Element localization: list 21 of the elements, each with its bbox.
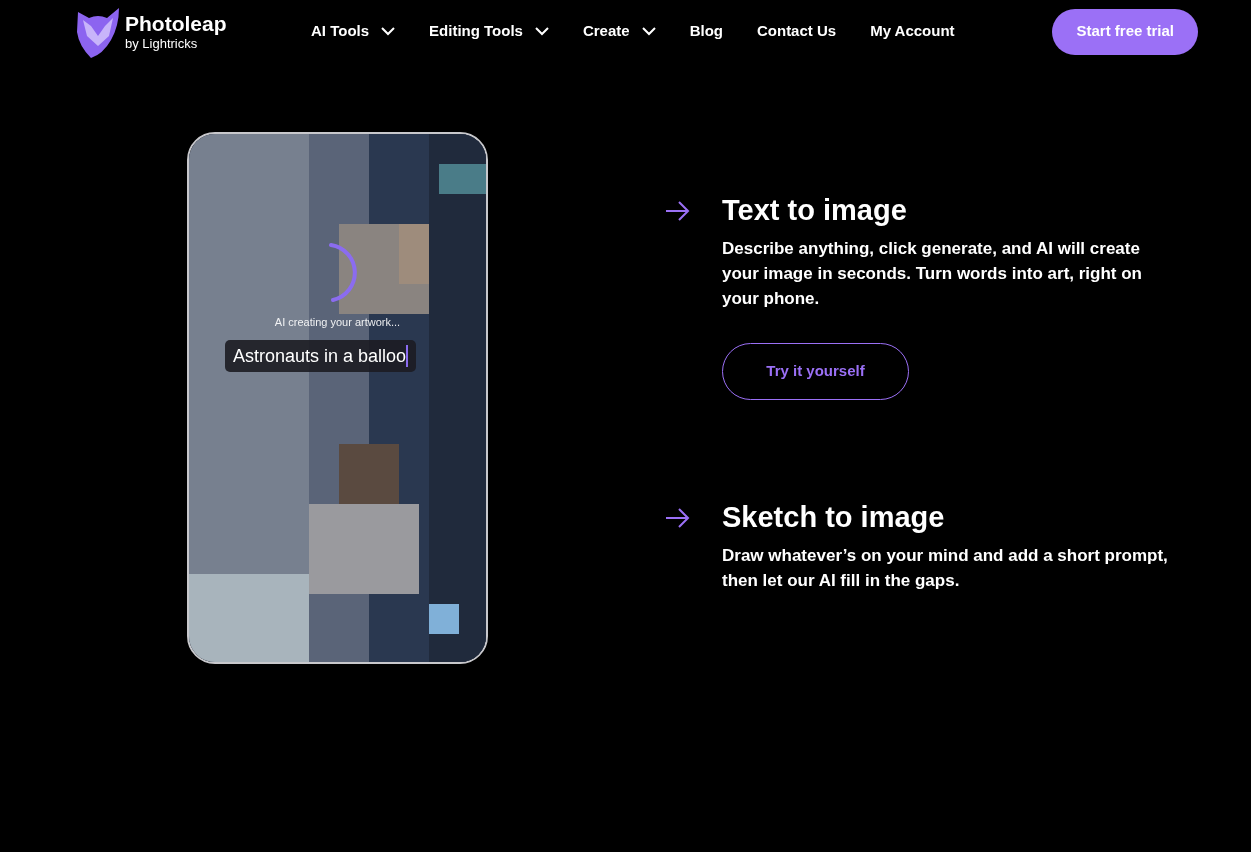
prompt-field: Astronauts in a balloo xyxy=(225,340,417,372)
text-cursor xyxy=(406,345,409,367)
nav-link[interactable]: Blog xyxy=(689,20,723,43)
feature-title: Sketch to image xyxy=(722,500,946,535)
arrow-right-icon xyxy=(665,201,690,221)
fox-logo-icon[interactable] xyxy=(75,5,121,58)
feature-description: Describe anything, click generate, and AI will create your image in seconds. Turn words into art, right on your phone. xyxy=(722,238,1143,310)
nav-dropdown[interactable]: Create xyxy=(582,20,656,43)
nav-dropdown[interactable]: Editing Tools xyxy=(429,20,549,43)
brand-name: Photoleap xyxy=(125,13,227,34)
nav-dropdown[interactable]: AI Tools xyxy=(311,20,396,43)
chevron-down-icon xyxy=(381,27,396,36)
chevron-down-icon xyxy=(534,27,549,36)
nav-link[interactable]: Contact Us xyxy=(756,20,837,43)
brand-byline: by Lightricks xyxy=(125,37,199,50)
feature-title: Text to image xyxy=(722,193,908,228)
feature-description: Draw whatever’s on your mind and add a short prompt, then let our AI fill in the gaps. xyxy=(722,545,1169,592)
status-text: AI creating your artwork... xyxy=(274,315,401,330)
chevron-down-icon xyxy=(641,27,656,36)
nav-link[interactable]: My Account xyxy=(870,20,955,43)
arrow-right-icon xyxy=(665,508,690,528)
